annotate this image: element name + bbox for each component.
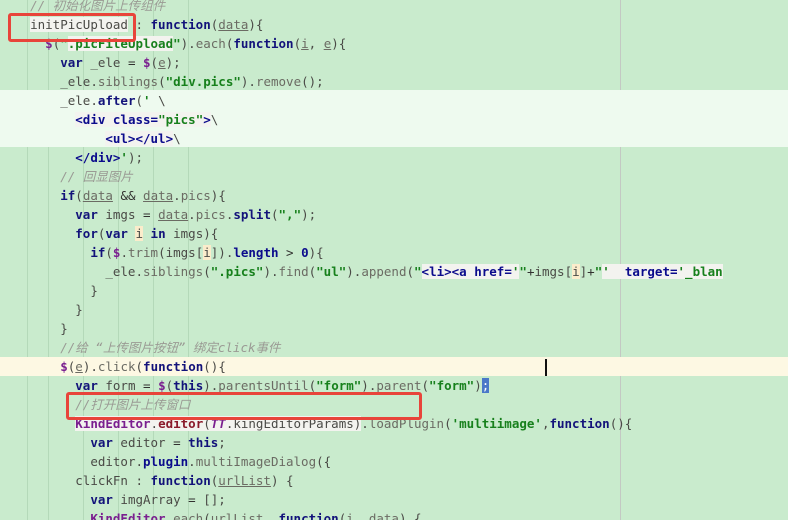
plugin-name: multiimage — [459, 416, 535, 431]
code-line[interactable]: //打开图片上传窗口 — [0, 395, 788, 414]
code-line[interactable]: } — [0, 319, 788, 338]
dialog-name: multiImageDialog — [195, 454, 317, 469]
code-line[interactable]: KindEditor.editor(TT.kingEditorParams).l… — [0, 414, 788, 433]
var-imgarray: imgArray — [120, 492, 181, 507]
comment-echo-images: // 回显图片 — [60, 169, 133, 184]
code-line[interactable]: initPicUpload : function(data){ — [0, 15, 788, 34]
selected-semicolon: ; — [481, 378, 490, 393]
code-line[interactable]: if(data && data.pics){ — [0, 186, 788, 205]
code-line[interactable]: _ele.after(' \ — [0, 91, 788, 110]
code-line[interactable]: var imgs = data.pics.split(","); — [0, 205, 788, 224]
identifier-init-pic-upload: initPicUpload — [30, 17, 128, 32]
code-line[interactable]: } — [0, 281, 788, 300]
code-editor-surface[interactable]: // 初始化图片上传组件 initPicUpload : function(da… — [0, 0, 788, 520]
code-line[interactable]: for(var i in imgs){ — [0, 224, 788, 243]
code-line[interactable]: var editor = this; — [0, 433, 788, 452]
code-line[interactable]: </div>'); — [0, 148, 788, 167]
code-line[interactable]: //给 “上传图片按钮” 绑定click事件 — [0, 338, 788, 357]
text-caret — [545, 359, 547, 376]
comment-open-upload-window: //打开图片上传窗口 — [75, 397, 191, 412]
code-line[interactable]: $(e).click(function(){ — [0, 357, 788, 376]
code-line[interactable]: var form = $(this).parentsUntil("form").… — [0, 376, 788, 395]
code-line[interactable]: _ele.siblings(".pics").find("ul").append… — [0, 262, 788, 281]
comment-init-component: // 初始化图片上传组件 — [30, 0, 166, 13]
code-line[interactable]: editor.plugin.multiImageDialog({ — [0, 452, 788, 471]
callback-clickfn: clickFn — [75, 473, 128, 488]
code-line[interactable]: // 初始化图片上传组件 — [0, 0, 788, 15]
code-line[interactable]: if($.trim(imgs[i]).length > 0){ — [0, 243, 788, 262]
code-line[interactable]: clickFn : function(urlList) { — [0, 471, 788, 490]
selector-div-pics: div.pics — [173, 74, 234, 89]
code-line[interactable]: <ul></ul>\ — [0, 129, 788, 148]
code-line[interactable]: // 回显图片 — [0, 167, 788, 186]
param-urllist: urlList — [218, 473, 271, 488]
selector-pics: .pics — [218, 264, 256, 279]
class-kindeditor: KindEditor — [75, 416, 151, 431]
comment-bind-click: //给 “上传图片按钮” 绑定click事件 — [60, 340, 281, 355]
code-line[interactable]: _ele.siblings("div.pics").remove(); — [0, 72, 788, 91]
code-line[interactable]: $(".picFileUpload").each(function(i, e){ — [0, 34, 788, 53]
code-line[interactable]: KindEditor.each(urlList, function(i, dat… — [0, 509, 788, 520]
code-line[interactable]: } — [0, 300, 788, 319]
code-line[interactable]: var imgArray = []; — [0, 490, 788, 509]
code-line[interactable]: <div class="pics">\ — [0, 110, 788, 129]
selector-pic-file-upload: .picFileUpload — [67, 36, 174, 51]
code-line[interactable]: var _ele = $(e); — [0, 53, 788, 72]
